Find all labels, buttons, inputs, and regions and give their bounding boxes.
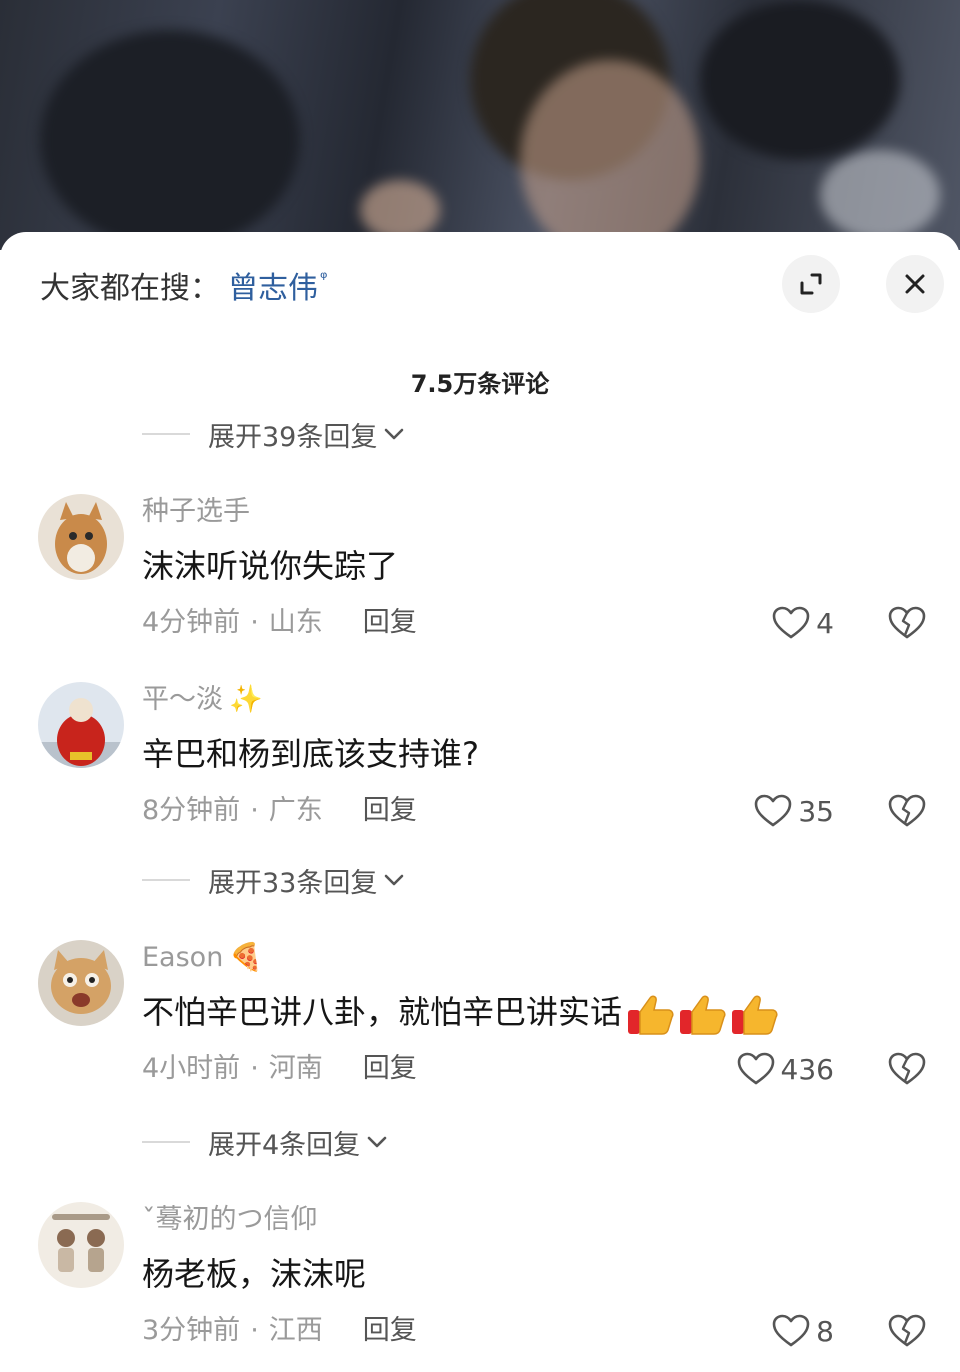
comment-text: 沫沫听说你失踪了 <box>142 547 399 585</box>
broken-heart-icon <box>888 1052 926 1085</box>
avatar[interactable] <box>38 940 124 1026</box>
comment-count: 7.5万条评论 <box>410 370 550 398</box>
comment-text: 杨老板，沫沫呢 <box>142 1255 367 1293</box>
like-count: 35 <box>798 794 834 828</box>
thumbs-up-emojis <box>626 992 782 1036</box>
avatar[interactable] <box>38 1202 124 1288</box>
reply-button[interactable]: 回复 <box>363 604 417 642</box>
comment-username[interactable]: Eason 🍕 <box>142 940 263 976</box>
broken-heart-icon <box>888 794 926 827</box>
like-count: 436 <box>780 1052 834 1086</box>
comment-username[interactable]: 种子选手 <box>142 494 256 530</box>
expand-replies-label: 展开39条回复 <box>208 421 378 453</box>
divider-line <box>142 433 190 435</box>
comment-item: 种子选手 沫沫听说你失踪了 4分钟前 · 山东 回复 4 <box>0 494 960 664</box>
video-player-background[interactable] <box>0 0 960 250</box>
avatar[interactable] <box>38 682 124 768</box>
expand-sheet-button[interactable] <box>782 255 840 313</box>
comment-text: 辛巴和杨到底该支持谁? <box>142 735 479 773</box>
comment-item: Eason 🍕 不怕辛巴讲八卦，就怕辛巴讲实话 4小时前 · 河南 回复 436 <box>0 940 960 1110</box>
comment-time: 4分钟前 <box>142 607 241 638</box>
thumbs-up-icon <box>628 995 674 1035</box>
dislike-button[interactable] <box>886 602 928 644</box>
like-button[interactable]: 35 <box>754 792 834 830</box>
comment-meta: 8分钟前 · 广东 回复 <box>142 792 417 830</box>
broken-heart-icon <box>888 1314 926 1347</box>
comment-location: 江西 <box>268 1315 323 1346</box>
comment-text: 不怕辛巴讲八卦，就怕辛巴讲实话 <box>142 990 782 1036</box>
comment-username[interactable]: 平～淡 ✨ <box>142 682 263 718</box>
expand-replies-label: 展开33条回复 <box>208 867 378 899</box>
expand-replies-label: 展开4条回复 <box>208 1129 361 1161</box>
search-icon: ᵠ <box>320 267 328 289</box>
dislike-button[interactable] <box>886 790 928 832</box>
trending-search-label: 大家都在搜： <box>40 271 220 306</box>
comment-meta: 4分钟前 · 山东 回复 <box>142 604 417 642</box>
expand-replies-button[interactable]: 展开4条回复 <box>142 1124 388 1161</box>
close-sheet-button[interactable] <box>886 255 944 313</box>
chevron-down-icon <box>385 428 404 440</box>
comment-item: 平～淡 ✨ 辛巴和杨到底该支持谁? 8分钟前 · 广东 回复 35 <box>0 682 960 852</box>
divider-line <box>142 1141 190 1143</box>
heart-icon <box>772 606 810 639</box>
heart-icon <box>737 1052 774 1085</box>
comment-meta: 3分钟前 · 江西 回复 <box>142 1312 417 1350</box>
comment-time: 4小时前 <box>142 1053 241 1084</box>
like-button[interactable]: 436 <box>737 1050 834 1088</box>
dislike-button[interactable] <box>886 1048 928 1090</box>
like-count: 4 <box>816 606 834 640</box>
heart-icon <box>755 794 792 827</box>
comment-time: 8分钟前 <box>142 795 241 826</box>
expand-icon <box>800 273 822 295</box>
broken-heart-icon <box>888 606 926 639</box>
reply-button[interactable]: 回复 <box>363 1312 417 1350</box>
comment-meta: 4小时前 · 河南 回复 <box>142 1050 417 1088</box>
like-button[interactable]: 4 <box>772 604 834 642</box>
close-icon <box>905 274 925 294</box>
trending-search[interactable]: 大家都在搜： 曾志伟 ᵠ <box>40 262 327 308</box>
comment-item: ˇ蓦初的つ信仰 杨老板，沫沫呢 3分钟前 · 江西 回复 8 <box>0 1202 960 1372</box>
like-button[interactable]: 8 <box>772 1312 834 1350</box>
comment-location: 山东 <box>268 607 323 638</box>
chevron-down-icon <box>367 1136 387 1148</box>
comment-location: 广东 <box>268 795 323 826</box>
dislike-button[interactable] <box>886 1310 928 1352</box>
thumbs-up-icon <box>732 995 778 1035</box>
avatar[interactable] <box>38 494 124 580</box>
chevron-down-icon <box>385 874 404 886</box>
trending-search-term[interactable]: 曾志伟 <box>228 263 318 307</box>
like-count: 8 <box>816 1314 834 1348</box>
reply-button[interactable]: 回复 <box>363 1050 417 1088</box>
comment-time: 3分钟前 <box>142 1315 241 1346</box>
thumbs-up-icon <box>680 995 726 1035</box>
divider-line <box>142 879 190 881</box>
expand-replies-button[interactable]: 展开33条回复 <box>142 862 405 899</box>
heart-icon <box>772 1314 810 1347</box>
expand-replies-button[interactable]: 展开39条回复 <box>142 416 405 453</box>
reply-button[interactable]: 回复 <box>363 792 417 830</box>
comment-location: 河南 <box>268 1053 323 1084</box>
comment-username[interactable]: ˇ蓦初的つ信仰 <box>142 1202 324 1238</box>
